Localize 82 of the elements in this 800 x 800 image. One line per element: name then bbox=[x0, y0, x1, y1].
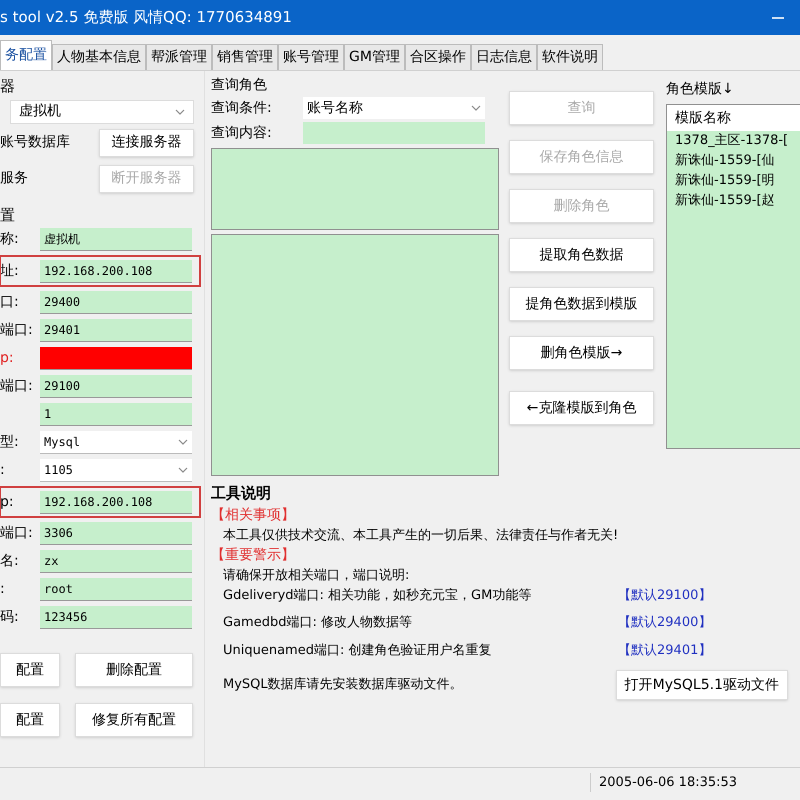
tab[interactable]: GM管理 bbox=[344, 44, 405, 70]
help-text: Gdeliveryd端口: 相关功能，如秒充元宝，GM功能等 bbox=[223, 586, 532, 604]
field-label: 端口: bbox=[0, 524, 34, 543]
field-label: 端口: bbox=[0, 321, 34, 340]
field-label: 址: bbox=[0, 262, 20, 280]
section-heading: 【重要警示】 bbox=[211, 546, 296, 565]
help-text: Gamedbd端口: 修改人物数据等 bbox=[223, 614, 412, 632]
tab[interactable]: 账号管理 bbox=[278, 44, 344, 70]
list-title: 角色模版↓ bbox=[666, 80, 735, 99]
input-field[interactable]: 192.168.200.108 bbox=[40, 260, 192, 282]
button[interactable]: 删角色模版→ bbox=[509, 336, 654, 370]
input-field[interactable]: 29100 bbox=[40, 375, 192, 398]
input-field[interactable]: zx bbox=[40, 550, 192, 573]
section-title: 工具说明 bbox=[211, 483, 272, 504]
chevron-down-icon bbox=[178, 439, 188, 445]
chevron-down-icon bbox=[175, 108, 185, 114]
input-field[interactable] bbox=[303, 122, 485, 144]
field-label: 名: bbox=[0, 552, 20, 571]
field-label: p: bbox=[0, 492, 15, 512]
help-text: Uniquenamed端口: 创建角色验证用户名重复 bbox=[223, 642, 492, 660]
input-field[interactable]: 虚拟机 bbox=[40, 228, 192, 251]
field-label: : bbox=[0, 580, 6, 599]
option-label: 账号数据库 bbox=[0, 133, 70, 152]
dropdown[interactable]: Mysql bbox=[40, 431, 192, 454]
status-time: 2005-06-06 18:35:53 bbox=[590, 772, 800, 792]
input-field[interactable]: 192.168.200.108 bbox=[40, 490, 192, 514]
button[interactable]: 配置 bbox=[0, 703, 60, 737]
input-field[interactable]: 1 bbox=[40, 403, 192, 426]
field-label: 型: bbox=[0, 433, 20, 452]
list-item[interactable]: 1378_主区-1378-[ bbox=[667, 131, 800, 151]
tab[interactable]: 务配置 bbox=[0, 40, 52, 70]
list-item[interactable]: 新诛仙-1559-[赵 bbox=[667, 191, 800, 211]
dropdown[interactable]: 账号名称 bbox=[303, 97, 485, 119]
input-field[interactable]: root bbox=[40, 578, 192, 601]
button[interactable]: 打开MySQL5.1驱动文件 bbox=[616, 670, 788, 700]
dropdown[interactable]: 1105 bbox=[40, 459, 192, 482]
field-label: 称: bbox=[0, 230, 20, 249]
option-label: 服务 bbox=[0, 169, 28, 188]
default-port-note: 【默认29400】 bbox=[618, 614, 712, 632]
dropdown[interactable]: 虚拟机 bbox=[10, 100, 194, 124]
group-title: 器 bbox=[0, 76, 16, 97]
field-label: p: bbox=[0, 349, 15, 368]
button[interactable]: 修复所有配置 bbox=[75, 703, 193, 737]
tab[interactable]: 合区操作 bbox=[404, 44, 471, 70]
input-field[interactable]: 123456 bbox=[40, 606, 192, 629]
window-title: s tool v2.5 免费版 风情QQ: 1770634891 bbox=[0, 7, 292, 28]
section-heading: 【相关事项】 bbox=[211, 506, 296, 524]
tab[interactable]: 日志信息 bbox=[470, 44, 537, 70]
button[interactable]: 配置 bbox=[0, 653, 60, 687]
list-item[interactable]: 新诛仙-1559-[仙 bbox=[667, 151, 800, 171]
text-area[interactable] bbox=[211, 148, 499, 230]
field-label: 口: bbox=[0, 293, 20, 312]
input-field[interactable]: 29400 bbox=[40, 291, 192, 314]
tab[interactable]: 销售管理 bbox=[212, 44, 278, 70]
button[interactable]: 提角色数据到模版 bbox=[509, 287, 654, 321]
chevron-down-icon bbox=[178, 467, 188, 473]
input-field[interactable]: 3306 bbox=[40, 522, 192, 545]
help-text: 本工具仅供技术交流、本工具产生的一切后果、法律责任与作者无关! bbox=[223, 526, 618, 544]
help-text: 请确保开放相关端口，端口说明: bbox=[223, 567, 410, 585]
default-port-note: 【默认29100】 bbox=[618, 586, 712, 604]
tab[interactable]: 帮派管理 bbox=[146, 44, 212, 70]
chevron-down-icon bbox=[471, 105, 481, 111]
button[interactable]: 提取角色数据 bbox=[509, 238, 654, 272]
button[interactable]: 删除配置 bbox=[75, 653, 193, 687]
field-label: 端口: bbox=[0, 377, 34, 396]
field-label: 查询条件: bbox=[211, 98, 273, 118]
list-item[interactable]: 新诛仙-1559-[明 bbox=[667, 171, 800, 191]
default-port-note: 【默认29401】 bbox=[618, 642, 712, 660]
field-label: : bbox=[0, 461, 6, 480]
minimize-icon[interactable] bbox=[772, 16, 784, 18]
button[interactable]: ←克隆模版到角色 bbox=[509, 391, 654, 425]
tab[interactable]: 软件说明 bbox=[536, 44, 603, 70]
input-field[interactable] bbox=[40, 347, 192, 370]
column-header: 模版名称 bbox=[667, 105, 800, 131]
tab[interactable]: 人物基本信息 bbox=[52, 44, 146, 70]
help-text: MySQL数据库请先安装数据库驱动文件。 bbox=[223, 676, 463, 694]
group-title: 查询角色 bbox=[211, 76, 268, 95]
group-title: 置 bbox=[0, 204, 16, 226]
button[interactable]: 连接服务器 bbox=[99, 128, 194, 156]
input-field[interactable]: 29401 bbox=[40, 319, 192, 342]
field-label: 查询内容: bbox=[211, 124, 273, 142]
field-label: 码: bbox=[0, 608, 20, 627]
